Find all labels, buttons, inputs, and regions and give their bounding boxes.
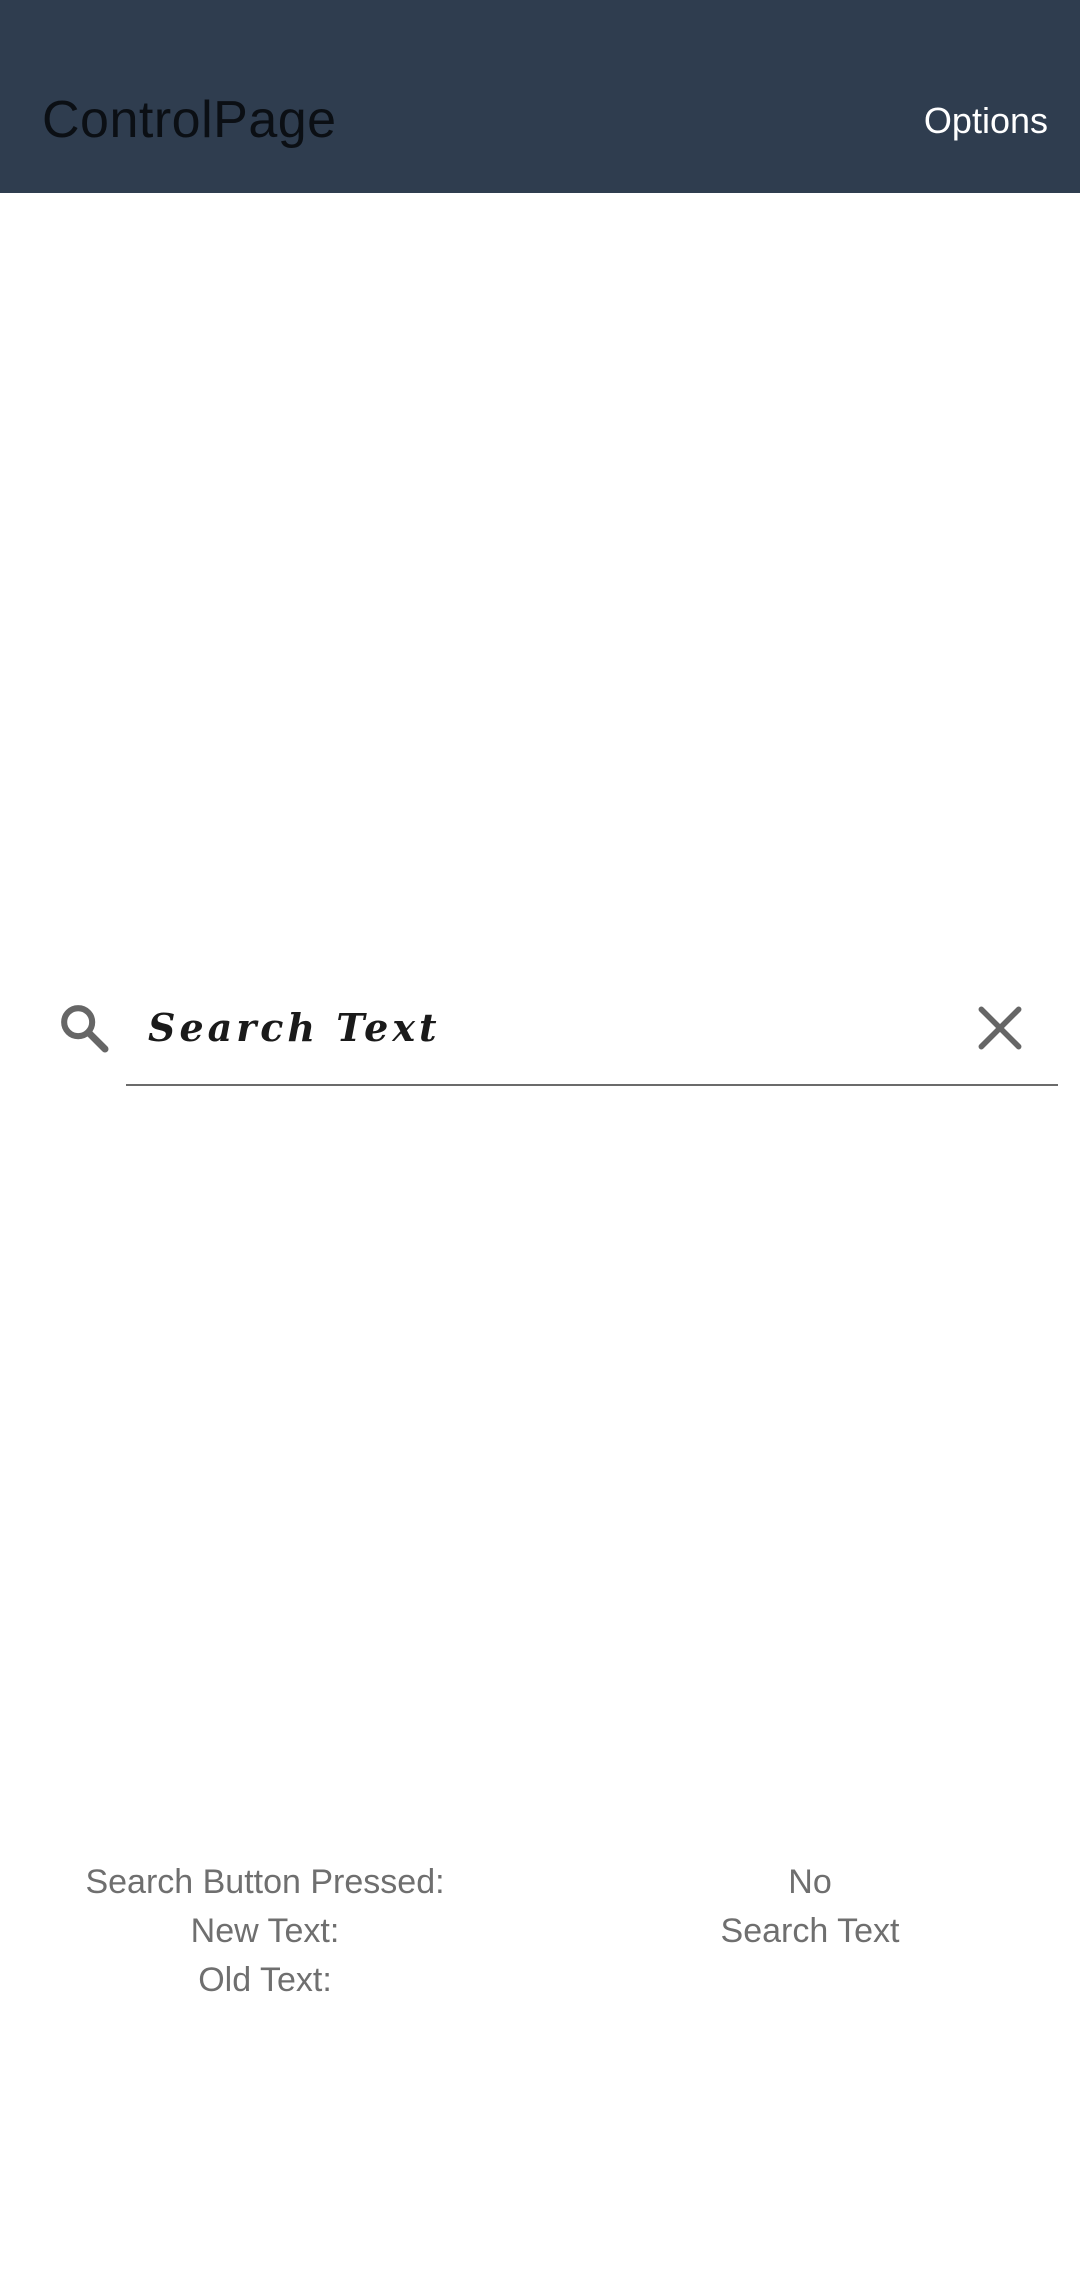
page: ControlPage Options Search Text Search B…: [0, 0, 1080, 2289]
status-row-old-text: Old Text:: [0, 1956, 1080, 2005]
status-value: Search Text: [720, 1912, 900, 1950]
status-label: New Text:: [190, 1912, 340, 1950]
options-button[interactable]: Options: [924, 99, 1048, 143]
page-title: ControlPage: [42, 91, 337, 149]
status-label: Old Text:: [198, 1961, 332, 1999]
app-bar: ControlPage Options: [0, 0, 1080, 193]
status-label: Search Button Pressed:: [85, 1863, 445, 1901]
search-icon[interactable]: [56, 1000, 112, 1056]
status-row-search-pressed: Search Button Pressed: No: [0, 1858, 1080, 1907]
close-icon[interactable]: [972, 1000, 1028, 1056]
status-row-new-text: New Text: Search Text: [0, 1907, 1080, 1956]
status-value: No: [788, 1863, 832, 1901]
search-bar: Search Text: [0, 978, 1080, 1088]
status-table: Search Button Pressed: No New Text: Sear…: [0, 1858, 1080, 2005]
search-input-value[interactable]: Search Text: [148, 998, 441, 1058]
